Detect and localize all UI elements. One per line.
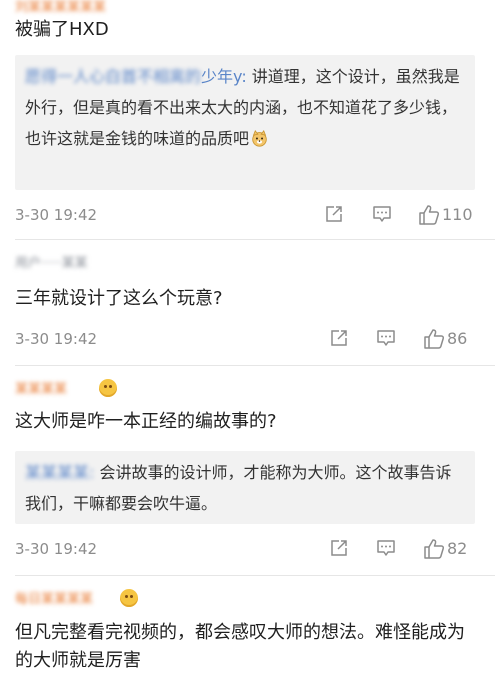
comment-text: 三年就设计了这么个玩意? [15,288,223,309]
reply-icon [373,206,391,222]
comment-time: 3-30 19:42 [15,206,98,224]
share-button[interactable] [329,538,351,560]
like-button[interactable]: 110 [418,204,478,226]
comment-username[interactable]: 刘某某某某某某 [15,0,106,16]
comment-username[interactable]: 用户·····某某 [15,256,125,272]
comment-3: 某某某某 这大师是咋一本正经的编故事的? 某某某某: 会讲故事的设计师，才能称为… [0,366,501,576]
comment-username[interactable]: 某某某某 [15,382,95,398]
like-button[interactable]: 82 [423,538,483,560]
share-button[interactable] [329,328,351,350]
quoted-reply-text: 某某某某: 会讲故事的设计师，才能称为大师。这个故事告诉我们，干嘛都要会吹牛逼。 [25,457,465,519]
reply-button[interactable] [376,538,398,560]
share-button[interactable] [324,204,346,226]
quoted-reply[interactable]: 某某某某: 会讲故事的设计师，才能称为大师。这个故事告诉我们，干嘛都要会吹牛逼。 [15,451,475,524]
like-icon [419,205,440,225]
reply-button[interactable] [372,204,394,226]
like-count: 110 [442,205,473,224]
like-count: 82 [447,539,468,558]
quoted-reply[interactable]: 愿得一人心白首不相离的少年y: 讲道理，这个设计，虽然我是外行，但是真的看不出来… [15,55,475,190]
doge-icon [252,130,267,147]
comment-text: 这大师是咋一本正经的编故事的? [15,411,277,432]
comment-1: 刘某某某某某某 被骗了HXD 愿得一人心白首不相离的少年y: 讲道理，这个设计，… [0,0,501,240]
share-icon [331,330,347,346]
like-count: 86 [447,329,468,348]
fan-badge-icon [99,379,117,397]
comment-2: 用户·····某某 三年就设计了这么个玩意? 3-30 19:42 86 [0,240,501,366]
comment-4: 每日某某某某 但凡完整看完视频的，都会感叹大师的想法。难怪能成为的大师就是厉害 [0,576,501,676]
quoted-reply-text: 愿得一人心白首不相离的少年y: 讲道理，这个设计，虽然我是外行，但是真的看不出来… [25,61,465,154]
fan-badge-icon [120,589,138,607]
quoted-username-blurred[interactable]: 某某某某: [25,463,94,482]
quoted-username-blurred[interactable]: 愿得一人心白首不相离的 [25,67,201,86]
reply-icon [377,540,395,556]
like-icon [424,539,445,559]
share-icon [326,206,342,222]
reply-button[interactable] [376,328,398,350]
like-icon [424,329,445,349]
comment-text: 被骗了HXD [15,19,109,40]
like-button[interactable]: 86 [423,328,483,350]
quoted-username[interactable]: 少年y: [201,67,247,86]
comment-text: 但凡完整看完视频的，都会感叹大师的想法。难怪能成为的大师就是厉害 [15,622,465,671]
comment-time: 3-30 19:42 [15,330,98,348]
reply-icon [377,330,395,346]
comment-time: 3-30 19:42 [15,540,98,558]
share-icon [331,540,347,556]
comment-username[interactable]: 每日某某某某 [15,592,113,608]
